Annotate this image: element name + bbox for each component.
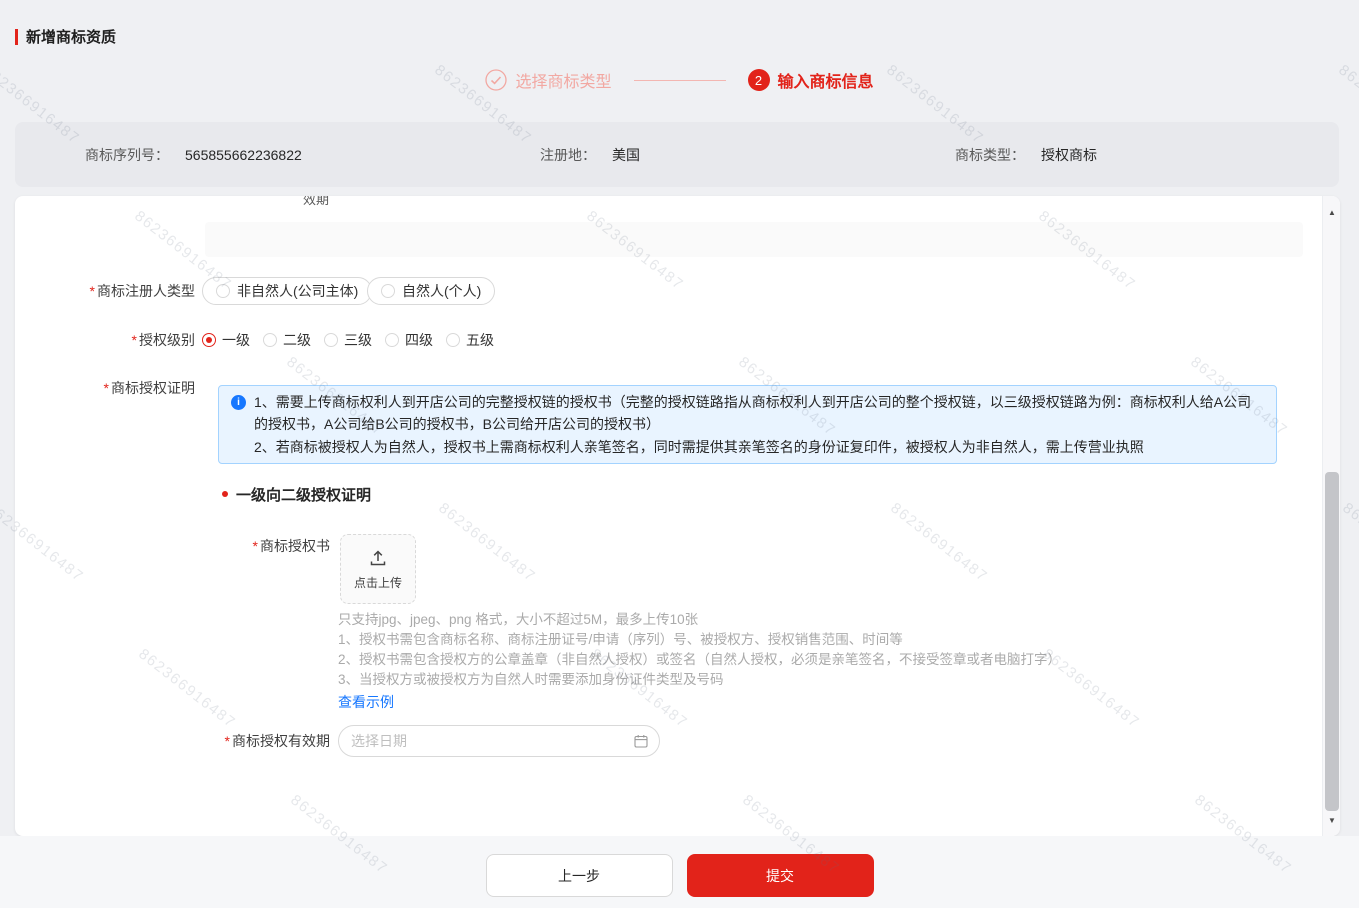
radio-level-1[interactable]: 一级: [202, 330, 250, 350]
page-header: 新增商标资质: [15, 26, 116, 47]
required-asterisk: *: [90, 283, 95, 299]
stepper-connector-line: [634, 80, 726, 81]
summary-place-label: 注册地：: [540, 145, 596, 165]
option-natural-person-label: 自然人(个人): [402, 281, 481, 301]
radio-unchecked-icon: [385, 333, 399, 347]
auth-level-radio-group: 一级 二级 三级 四级 五级: [202, 325, 507, 355]
radio-level-3[interactable]: 三级: [324, 330, 372, 350]
summary-serial-number: 商标序列号： 565855662236822: [85, 122, 302, 187]
required-asterisk: *: [253, 538, 258, 554]
section-level1-to-level2: 一级向二级授权证明: [222, 480, 371, 508]
radio-unchecked-icon: [216, 284, 230, 298]
step-2-label: 输入商标信息: [778, 68, 874, 92]
radio-unchecked-icon: [381, 284, 395, 298]
notice-line-2: 2、若商标被授权人为自然人，授权书上需商标权利人亲笔签名，同时需提供其亲笔签名的…: [254, 436, 1262, 458]
date-picker-input[interactable]: [338, 725, 660, 757]
registrant-type-label: *商标注册人类型: [15, 276, 195, 306]
required-asterisk: *: [225, 733, 230, 749]
panel-scrollbar[interactable]: ▲ ▼: [1322, 196, 1340, 836]
radio-checked-icon: [202, 333, 216, 347]
clipped-field-box: [205, 222, 1303, 257]
previous-step-button[interactable]: 上一步: [486, 854, 673, 897]
validity-date-field: [338, 725, 660, 757]
step-2-number-badge: 2: [748, 69, 770, 91]
section-bullet-dot: [222, 491, 228, 497]
auth-proof-notice-text: 1、需要上传商标权利人到开店公司的完整授权链的授权书（完整的授权链路指从商标权利…: [254, 391, 1262, 458]
upload-icon: [368, 548, 388, 568]
required-asterisk: *: [104, 380, 109, 396]
scroll-up-arrow[interactable]: ▲: [1323, 208, 1341, 218]
upload-button[interactable]: 点击上传: [340, 534, 416, 604]
calendar-icon[interactable]: [634, 734, 648, 748]
title-accent-bar: [15, 29, 18, 45]
auth-proof-notice-box: i 1、需要上传商标权利人到开店公司的完整授权链的授权书（完整的授权链路指从商标…: [218, 385, 1277, 464]
notice-line-1: 1、需要上传商标权利人到开店公司的完整授权链的授权书（完整的授权链路指从商标权利…: [254, 391, 1262, 436]
radio-unchecked-icon: [263, 333, 277, 347]
upload-hints: 只支持jpg、jpeg、png 格式，大小不超过5M，最多上传10张 1、授权书…: [338, 610, 1118, 712]
auth-level-label: *授权级别: [15, 325, 195, 355]
option-non-natural-person[interactable]: 非自然人(公司主体): [202, 277, 372, 305]
required-asterisk: *: [132, 332, 137, 348]
hint-format: 只支持jpg、jpeg、png 格式，大小不超过5M，最多上传10张: [338, 610, 1118, 630]
step-1-select-trademark-type: 选择商标类型: [485, 68, 611, 92]
summary-trademark-type: 商标类型： 授权商标: [955, 122, 1097, 187]
clipped-scrolled-text: 效期: [303, 196, 329, 212]
page-title: 新增商标资质: [26, 26, 116, 47]
radio-level-2[interactable]: 二级: [263, 330, 311, 350]
hint-2: 2、授权书需包含授权方的公章盖章（非自然人授权）或签名（自然人授权，必须是亲笔签…: [338, 650, 1118, 670]
auth-proof-label: *商标授权证明: [15, 373, 195, 403]
radio-unchecked-icon: [324, 333, 338, 347]
hint-1: 1、授权书需包含商标名称、商标注册证号/申请（序列）号、被授权方、授权销售范围、…: [338, 630, 1118, 650]
submit-button[interactable]: 提交: [687, 854, 874, 897]
validity-label: *商标授权有效期: [150, 725, 330, 757]
form-scroll-panel: 效期 *商标注册人类型 非自然人(公司主体) 自然人(个人) *授权级别 一级 …: [15, 196, 1340, 836]
upload-button-label: 点击上传: [354, 574, 402, 591]
section-title: 一级向二级授权证明: [236, 484, 371, 505]
summary-type-value: 授权商标: [1041, 145, 1097, 165]
stepper: 选择商标类型 2 输入商标信息: [0, 68, 1359, 92]
scroll-down-arrow[interactable]: ▼: [1323, 816, 1341, 826]
hint-3: 3、当授权方或被授权方为自然人时需要添加身份证件类型及号码: [338, 670, 1118, 690]
info-icon: i: [231, 395, 246, 410]
summary-serial-value: 565855662236822: [185, 147, 302, 163]
scrollbar-thumb[interactable]: [1325, 472, 1339, 811]
trademark-summary-bar: 商标序列号： 565855662236822 注册地： 美国 商标类型： 授权商…: [15, 122, 1339, 187]
footer-action-bar: 上一步 提交: [0, 836, 1359, 908]
summary-place-value: 美国: [612, 145, 640, 165]
view-example-link[interactable]: 查看示例: [338, 692, 394, 712]
step-1-label: 选择商标类型: [515, 68, 611, 92]
step-2-enter-trademark-info: 2 输入商标信息: [748, 68, 874, 92]
summary-type-label: 商标类型：: [955, 145, 1025, 165]
radio-level-4[interactable]: 四级: [385, 330, 433, 350]
option-non-natural-person-label: 非自然人(公司主体): [237, 281, 358, 301]
radio-level-5[interactable]: 五级: [446, 330, 494, 350]
radio-unchecked-icon: [446, 333, 460, 347]
summary-serial-label: 商标序列号：: [85, 145, 169, 165]
summary-registration-place: 注册地： 美国: [540, 122, 640, 187]
option-natural-person[interactable]: 自然人(个人): [367, 277, 495, 305]
upload-label: *商标授权书: [150, 531, 330, 561]
step-done-check-icon: [485, 69, 507, 91]
